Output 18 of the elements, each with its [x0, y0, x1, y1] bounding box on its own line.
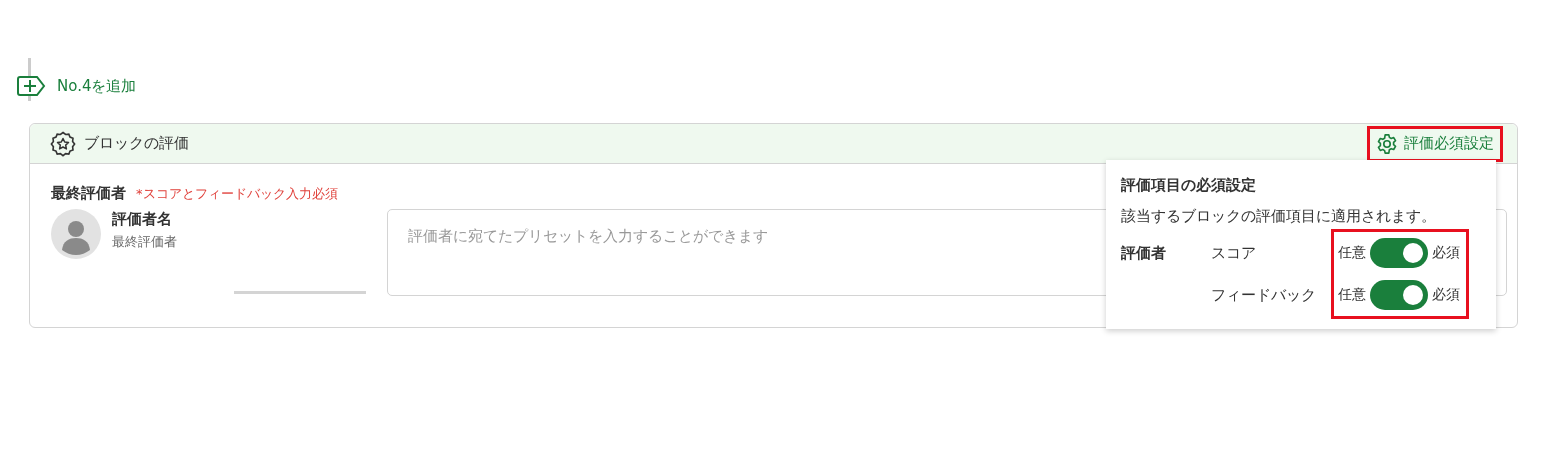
group-label: 評価者 [1121, 243, 1167, 265]
settings-icon [1376, 132, 1398, 155]
required-note: *スコアとフィードバック入力必須 [136, 185, 338, 203]
add-tag-icon [17, 75, 47, 97]
toggle-switch[interactable] [1370, 280, 1428, 311]
optional-label: 任意 [1338, 244, 1366, 263]
evaluator-heading: 最終評価者 [51, 184, 126, 203]
item-label: スコア [1211, 243, 1257, 265]
avatar-icon [51, 209, 101, 259]
star-badge-icon [50, 130, 76, 157]
required-label: 必須 [1432, 244, 1460, 263]
block-title: ブロックの評価 [84, 134, 189, 153]
popover-description: 該当するブロックの評価項目に適用されます。 [1121, 206, 1437, 227]
evaluator-role: 最終評価者 [112, 233, 177, 251]
popover-title: 評価項目の必須設定 [1121, 176, 1257, 195]
evaluator-name: 評価者名 [112, 210, 173, 229]
add-button[interactable]: No.4を追加 [17, 75, 137, 97]
toggle-switch[interactable] [1370, 238, 1428, 269]
